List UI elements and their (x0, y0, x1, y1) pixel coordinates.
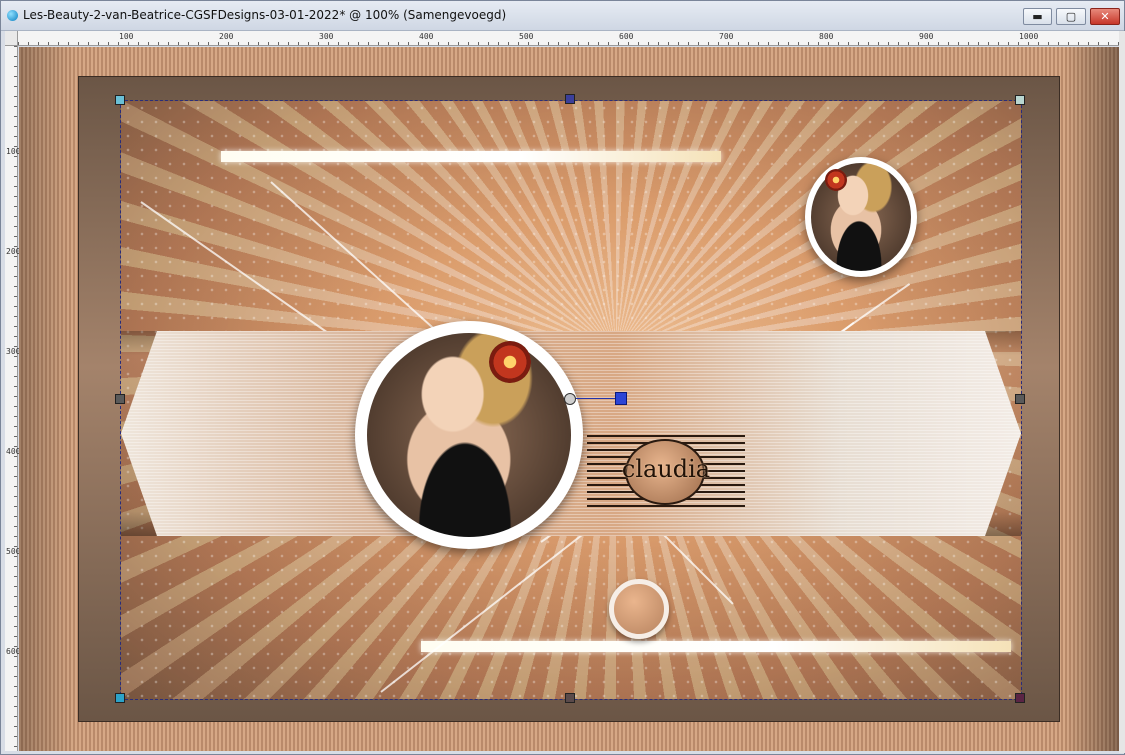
resize-handle-top-left[interactable] (115, 95, 125, 105)
rotate-handle[interactable] (564, 393, 576, 405)
resize-handle-bottom[interactable] (565, 693, 575, 703)
resize-handle-top-right[interactable] (1015, 95, 1025, 105)
image-canvas[interactable]: claudia (19, 47, 1119, 751)
resize-handle-bottom-left[interactable] (115, 693, 125, 703)
woman-portrait-image (367, 333, 571, 537)
minimize-icon: ▬ (1032, 10, 1043, 23)
bubble-circle (609, 579, 669, 639)
ruler-h-label: 900 (919, 32, 934, 41)
flower-icon (825, 169, 847, 191)
ruler-h-label: 600 (619, 32, 634, 41)
pivot-point-handle[interactable] (615, 392, 627, 405)
vertical-scrollbar[interactable] (1119, 31, 1125, 753)
ruler-corner (5, 31, 18, 46)
ruler-h-label: 500 (519, 32, 534, 41)
resize-handle-top[interactable] (565, 94, 575, 104)
top-light-stripe (221, 151, 721, 162)
ruler-h-label: 300 (319, 32, 334, 41)
ruler-h-label: 800 (819, 32, 834, 41)
horizontal-ruler[interactable]: 100 200 300 400 500 600 700 800 900 1000 (18, 31, 1119, 46)
small-portrait-frame (805, 157, 917, 277)
maximize-button[interactable]: ▢ (1056, 8, 1086, 25)
title-bar[interactable]: Les-Beauty-2-van-Beatrice-CGSFDesigns-03… (1, 1, 1124, 31)
claudia-watermark: claudia (587, 435, 745, 509)
ruler-h-label: 400 (419, 32, 434, 41)
close-icon: ✕ (1100, 10, 1110, 23)
bottom-light-stripe (421, 641, 1011, 652)
resize-handle-left[interactable] (115, 394, 125, 404)
app-icon (7, 10, 18, 21)
minimize-button[interactable]: ▬ (1023, 8, 1052, 25)
rotate-guide-line (576, 398, 616, 399)
ruler-h-label: 100 (119, 32, 134, 41)
maximize-icon: ▢ (1065, 10, 1077, 23)
large-portrait-frame (355, 321, 583, 549)
flower-icon (489, 341, 531, 383)
vertical-ruler[interactable]: 100 200 300 400 500 600 (5, 46, 20, 751)
logo-text: claudia (621, 455, 711, 483)
window-title: Les-Beauty-2-van-Beatrice-CGSFDesigns-03… (23, 8, 507, 22)
resize-handle-right[interactable] (1015, 394, 1025, 404)
image-document-window: Les-Beauty-2-van-Beatrice-CGSFDesigns-03… (0, 0, 1125, 755)
ruler-h-label: 700 (719, 32, 734, 41)
ruler-h-label: 1000 (1019, 32, 1039, 41)
ruler-h-label: 200 (219, 32, 234, 41)
resize-handle-bottom-right[interactable] (1015, 693, 1025, 703)
close-button[interactable]: ✕ (1090, 8, 1120, 25)
